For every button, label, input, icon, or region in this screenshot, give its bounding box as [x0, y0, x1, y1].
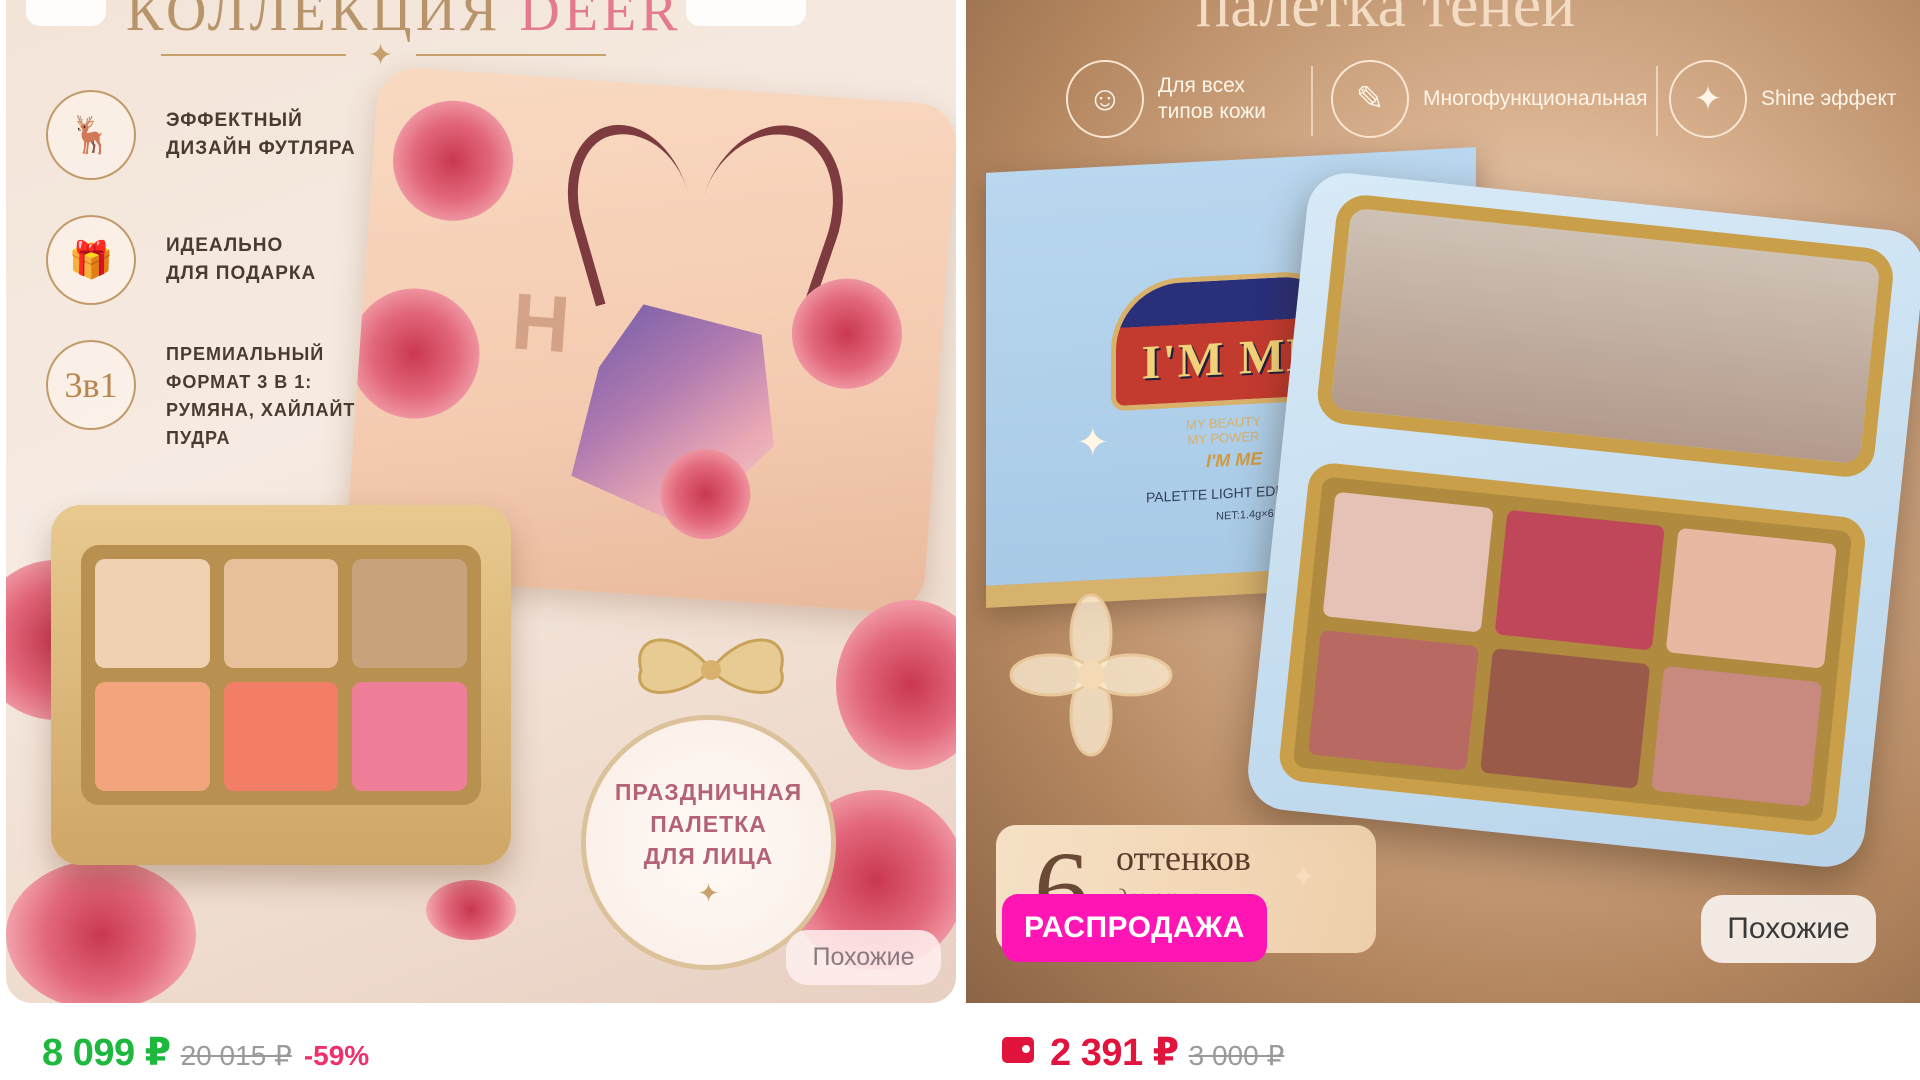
crystal-flower-icon — [1009, 593, 1173, 757]
palette-mirror — [1314, 192, 1896, 480]
shades-word: оттенков — [1116, 838, 1251, 878]
gift-icon: 🎁 — [46, 215, 136, 305]
product-image[interactable]: палетка теней ☺ Для всех типов кожи ✎ Мн… — [966, 0, 1920, 1003]
box-brand: I'M ME — [1206, 448, 1263, 472]
discount-badge: -59% — [303, 1040, 370, 1071]
sparkle-icon: ✦ — [1669, 60, 1747, 138]
face-icon: ☺ — [1066, 60, 1144, 138]
price-row: 2 391 ₽ 3 000 ₽ — [1002, 1030, 1284, 1075]
banner-title-main: КОЛЛЕКЦИЯ — [126, 0, 502, 43]
shade-well — [352, 682, 467, 791]
price-current: 8 099 ₽ — [42, 1032, 171, 1074]
feature-text: ИДЕАЛЬНО ДЛЯ ПОДАРКА — [166, 235, 317, 284]
feature-text: Shine эффект — [1761, 87, 1897, 110]
wallet-icon — [1002, 1037, 1034, 1063]
feature-text: ЭФФЕКТНЫЙ ДИЗАЙН ФУТЛЯРА — [166, 110, 356, 159]
similar-button[interactable]: Похожие — [786, 930, 941, 985]
feature-item: 3в1 ПРЕМИАЛЬНЫЙ ФОРМАТ 3 В 1: РУМЯНА, ХА… — [46, 340, 385, 452]
price-old: 3 000 ₽ — [1188, 1040, 1285, 1071]
similar-button[interactable]: Похожие — [1701, 895, 1876, 963]
feature-item: 🦌 ЭФФЕКТНЫЙ ДИЗАЙН ФУТЛЯРА — [46, 90, 356, 180]
shade-well — [95, 559, 210, 668]
shade-well — [352, 559, 467, 668]
banner-title: КОЛЛЕКЦИЯ DEER — [126, 0, 682, 44]
product-card-imme[interactable]: палетка теней ☺ Для всех типов кожи ✎ Мн… — [966, 0, 1920, 1080]
banner-title-accent: DEER — [519, 0, 682, 43]
star-icon: ✦ — [368, 39, 394, 72]
feature-item: ✦ Shine эффект — [1669, 60, 1897, 138]
three-in-one-icon: 3в1 — [46, 340, 136, 430]
price-row: 8 099 ₽ 20 015 ₽ -59% — [42, 1030, 369, 1075]
shade-wells — [1277, 460, 1868, 838]
feature-item: ☺ Для всех типов кожи — [1066, 60, 1266, 138]
ribbon-bow-icon — [638, 638, 784, 694]
shade-well — [1651, 666, 1823, 807]
divider — [1656, 66, 1658, 136]
brand-logo: H — [508, 276, 573, 370]
feature-text: ПРЕМИАЛЬНЫЙ ФОРМАТ 3 В 1: РУМЯНА, ХАЙЛАЙ… — [166, 344, 385, 448]
box-net-weight: NET:1.4g×6 — [1216, 507, 1274, 523]
deer-icon: 🦌 — [46, 90, 136, 180]
shade-well — [1479, 647, 1651, 789]
price-current: 2 391 ₽ — [1050, 1032, 1179, 1074]
divider — [416, 54, 606, 56]
feature-text: Многофункциональная — [1423, 87, 1648, 110]
open-palette — [51, 505, 511, 865]
shade-well — [223, 682, 339, 791]
favorite-button-stub[interactable] — [26, 0, 106, 26]
shade-well — [1665, 527, 1837, 669]
shade-well — [1322, 491, 1494, 633]
sale-badge: РАСПРОДАЖА — [1002, 894, 1267, 962]
cart-button-stub[interactable] — [686, 0, 806, 26]
shade-well — [95, 682, 210, 791]
brushes-icon: ✎ — [1331, 60, 1409, 138]
shade-well — [1307, 629, 1479, 771]
product-grid: КОЛЛЕКЦИЯ DEER ✦ 🦌 ЭФФЕКТНЫЙ ДИЗАЙН ФУТЛ… — [0, 0, 1920, 1080]
feature-item: ✎ Многофункциональная — [1331, 60, 1648, 138]
product-image[interactable]: КОЛЛЕКЦИЯ DEER ✦ 🦌 ЭФФЕКТНЫЙ ДИЗАЙН ФУТЛ… — [6, 0, 956, 1003]
shade-well — [1494, 509, 1666, 651]
banner-title: палетка теней — [1196, 0, 1576, 40]
feature-item: 🎁 ИДЕАЛЬНО ДЛЯ ПОДАРКА — [46, 215, 316, 305]
shade-well — [223, 559, 339, 668]
divider — [1311, 66, 1313, 136]
star-icon: ✦ — [697, 878, 720, 908]
feature-text: Для всех типов кожи — [1158, 74, 1267, 123]
shade-wells — [81, 545, 481, 805]
gift-tag-text: ПРАЗДНИЧНАЯ ПАЛЕТКА ДЛЯ ЛИЦА — [614, 779, 803, 869]
divider — [161, 54, 346, 56]
product-card-deer[interactable]: КОЛЛЕКЦИЯ DEER ✦ 🦌 ЭФФЕКТНЫЙ ДИЗАЙН ФУТЛ… — [6, 0, 956, 1080]
sparkle-icon: ✦ — [1076, 421, 1110, 465]
open-palette — [1244, 169, 1920, 871]
box-tagline: MY BEAUTY MY POWER — [1186, 413, 1261, 448]
price-old: 20 015 ₽ — [180, 1040, 292, 1071]
